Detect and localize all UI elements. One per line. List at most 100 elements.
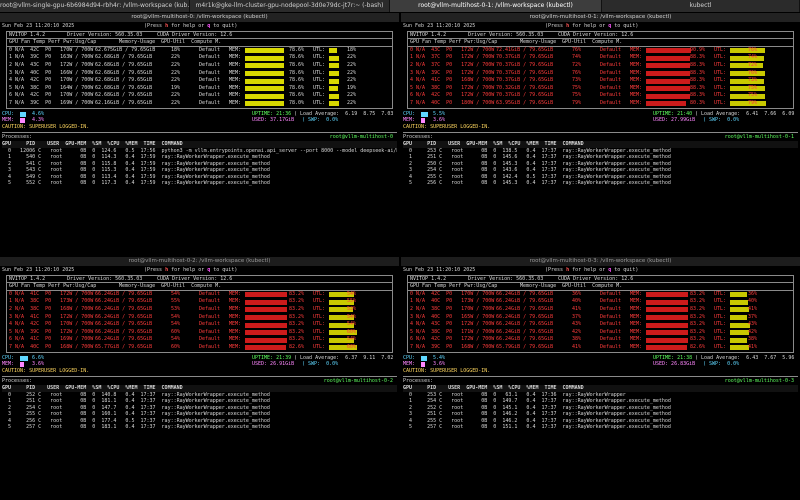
gpu-row[interactable]: 4 N/A 43C P0 172W / 700W 66.24GiB / 79.65… [408,321,793,329]
gpu-row[interactable]: 3 N/A 39C P0 172W / 700W 70.37GiB / 79.65… [408,70,793,78]
memory-bar [245,315,287,321]
process-row[interactable]: 3 255 C root 0B 0 160.1 0.4 17:37 ray::R… [2,411,397,418]
process-row[interactable]: 0 253 C root 0B 0 63.1 0.4 17:36 ray::Ra… [403,392,798,399]
terminal-tab[interactable]: root@vllm-multihost-0-1: /vllm-workspace… [390,0,602,12]
memory-percent: 88.3% [690,61,706,68]
terminal-pane[interactable]: root@vllm-multihost-0-1: /vllm-workspace… [401,13,800,256]
gpu-row[interactable]: 4 N/A 41C P0 168W / 700W 70.37GiB / 79.65… [408,77,793,85]
gpu-row[interactable]: 1 N/A 40C P0 173W / 700W 66.24GiB / 79.65… [408,298,793,306]
gpu-row[interactable]: 5 N/A 38C P0 171W / 700W 66.24GiB / 79.65… [408,329,793,337]
process-row[interactable]: 4 256 C root 0B 0 177.4 0.5 17:37 ray::R… [2,418,397,425]
util-bar [730,292,747,298]
gpu-memory: 62.68GiB / 79.65GiB [95,84,153,91]
processes-label: Processes: [403,378,434,385]
process-row[interactable]: 5 257 C root 0B 0 183.1 0.4 17:37 ray::R… [2,424,397,431]
memory-percent: 83.2% [690,328,706,335]
memory-percent: 83.2% [289,305,305,312]
process-row[interactable]: 3 543 C root 0B 0 115.3 0.4 17:59 ray::R… [2,167,397,174]
gpu-row[interactable]: 3 N/A 40C P0 166W / 700W 62.68GiB / 79.65… [7,70,392,78]
gpu-memory: 62.68GiB / 79.65GiB [95,92,153,99]
gpu-row[interactable]: 3 N/A 40C P0 165W / 700W 66.24GiB / 79.65… [408,314,793,322]
memory-bar [646,337,688,343]
terminal-pane[interactable]: root@vllm-multihost-0-3: /vllm-workspace… [401,257,800,500]
process-row[interactable]: 5 552 C root 0B 0 117.3 0.4 17:59 ray::R… [2,180,397,187]
util-percent: 74% [748,54,758,61]
gpu-row[interactable]: 5 N/A 39C P0 172W / 700W 66.24GiB / 79.65… [7,329,392,337]
memory-bar [646,315,688,321]
process-row[interactable]: 1 251 C root 0B 0 145.6 0.4 17:37 ray::R… [403,154,798,161]
process-row[interactable]: 4 255 C root 0B 0 142.4 0.5 17:37 ray::R… [403,174,798,181]
processes-title-row: Processes: root@vllm-multihost-0 [2,134,397,141]
gpu-row[interactable]: 7 N/A 40C P0 180W / 700W 63.95GiB / 79.65… [408,100,793,108]
gpu-row[interactable]: 0 N/A 43C P0 172W / 700W 72.41GiB / 79.65… [408,47,793,55]
process-row[interactable]: 0 253 C root 0B 0 138.5 0.4 17:37 ray::R… [403,148,798,155]
process-row[interactable]: 5 256 C root 0B 0 145.3 0.4 17:37 ray::R… [403,180,798,187]
util-percent: 22% [347,69,357,76]
gpu-info: 7 N/A 39C P0 168W / 700W [410,343,495,350]
process-row[interactable]: 1 540 C root 0B 0 114.3 0.4 17:59 ray::R… [2,154,397,161]
gpu-row[interactable]: 7 N/A 40C P0 168W / 700W 65.77GiB / 79.65… [7,344,392,352]
gpu-row[interactable]: 6 N/A 41C P0 169W / 700W 66.24GiB / 79.65… [7,336,392,344]
process-row[interactable]: 2 541 C root 0B 0 115.8 0.4 17:59 ray::R… [2,161,397,168]
processes-label: Processes: [2,378,33,385]
gpu-memory: 66.24GiB / 79.65GiB [496,290,554,297]
process-row[interactable]: 0 12006 C root 0B 0 124.6 0.5 17:56 pyth… [2,148,397,155]
terminal-pane[interactable]: root@vllm-multihost-0: /vllm-workspace (… [0,13,399,256]
terminal-tab[interactable]: root@vllm-single-gpu-6b6984d94-rbh4r: /v… [0,0,190,12]
gpu-row[interactable]: 1 N/A 39C P0 163W / 700W 62.68GiB / 79.65… [7,54,392,62]
gpu-row[interactable]: 7 N/A 39C P0 168W / 700W 65.79GiB / 79.65… [408,344,793,352]
compute-mode: Default [600,343,622,350]
gpu-row[interactable]: 6 N/A 42C P0 170W / 700W 62.68GiB / 79.65… [7,92,392,100]
gpu-row[interactable]: 5 N/A 38C P0 164W / 700W 62.68GiB / 79.65… [7,85,392,93]
mem-bar-label: MEM: [630,328,643,335]
process-row[interactable]: 3 251 C root 0B 0 146.2 0.4 17:37 ray::R… [403,411,798,418]
process-row[interactable]: 2 250 C root 0B 0 145.3 0.4 17:37 ray::R… [403,161,798,168]
terminal-tab[interactable]: kubectl [602,0,800,12]
process-row[interactable]: 2 252 C root 0B 0 145.1 0.4 17:37 ray::R… [403,405,798,412]
gpu-row[interactable]: 3 N/A 41C P0 172W / 700W 66.24GiB / 79.65… [7,314,392,322]
process-row[interactable]: 4 549 C root 0B 0 113.4 0.4 17:59 ray::R… [2,174,397,181]
gpu-row[interactable]: 2 N/A 37C P0 172W / 700W 70.37GiB / 79.65… [408,62,793,70]
gpu-row[interactable]: 2 N/A 43C P0 172W / 700W 62.68GiB / 79.65… [7,62,392,70]
caution-message: CAUTION: SUPERUSER LOGGED-IN. [403,367,491,374]
cpu-row: CPU: 5.4% UPTIME: 21:38( Load Average: 6.4… [403,355,798,362]
process-row[interactable]: 4 255 C root 0B 0 146.2 0.4 17:37 ray::R… [403,418,798,425]
divider [403,132,798,134]
process-row[interactable]: 1 254 C root 0B 0 149.7 0.4 17:37 ray::R… [403,398,798,405]
nvitop-output: Sun Feb 23 11:20:10 2025 (Press h for hel… [0,266,399,431]
terminal-pane[interactable]: root@vllm-multihost-0-2: /vllm-workspace… [0,257,399,500]
util-bar-label: UTL: [313,313,326,320]
gpu-row[interactable]: 5 N/A 38C P0 172W / 700W 70.32GiB / 79.65… [408,85,793,93]
gpu-row[interactable]: 6 N/A 42C P0 172W / 700W 70.37GiB / 79.65… [408,92,793,100]
terminal-tab[interactable]: m4r1k@gke-llm-cluster-gpu-nodepool-3d0e7… [190,0,390,12]
nvitop-output: Sun Feb 23 11:20:10 2025 (Press h for hel… [401,266,800,431]
process-row[interactable]: 3 254 C root 0B 0 143.6 0.4 17:37 ray::R… [403,167,798,174]
gpu-row[interactable]: 6 N/A 42C P0 172W / 700W 66.24GiB / 79.65… [408,336,793,344]
util-percent: 38% [748,336,758,343]
memory-percent: 83.2% [289,328,305,335]
process-row[interactable]: 5 257 C root 0B 0 151.1 0.4 17:37 ray::R… [403,424,798,431]
memory-percent: 83.2% [690,321,706,328]
gpu-table: NVITOP 1.4.2 Driver Version: 560.35.03 CUD… [407,274,794,353]
process-row[interactable]: 2 254 C root 0B 0 147.7 0.4 17:37 ray::R… [2,405,397,412]
gpu-row[interactable]: 0 N/A 42C P0 170W / 700W 62.675GiB / 79.6… [7,47,392,55]
process-row[interactable]: 0 252 C root 0B 0 140.8 0.4 17:37 ray::R… [2,392,397,399]
gpu-row[interactable]: 4 N/A 42C P0 170W / 700W 66.24GiB / 79.65… [7,321,392,329]
nvitop-output: Sun Feb 23 11:20:10 2025 (Press h for hel… [401,22,800,187]
memory-bar [245,86,284,92]
gpu-row[interactable]: 7 N/A 39C P0 169W / 700W 62.16GiB / 79.65… [7,100,392,108]
mem-bar-label: MEM: [229,99,242,106]
gpu-row[interactable]: 4 N/A 42C P0 170W / 700W 62.68GiB / 79.65… [7,77,392,85]
gpu-row[interactable]: 1 N/A 37C P0 172W / 700W 70.37GiB / 79.65… [408,54,793,62]
util-bar-label: UTL: [714,313,727,320]
gpu-row[interactable]: 0 N/A 41C P0 172W / 700W 66.24GiB / 79.65… [7,291,392,299]
gpu-row[interactable]: 1 N/A 38C P0 173W / 700W 66.24GiB / 79.65… [7,298,392,306]
gpu-row[interactable]: 2 N/A 38C P0 168W / 700W 66.24GiB / 79.65… [7,306,392,314]
process-row[interactable]: 1 251 C root 0B 0 181.1 0.4 17:37 ray::R… [2,398,397,405]
gpu-row[interactable]: 2 N/A 38C P0 170W / 700W 66.24GiB / 79.65… [408,306,793,314]
compute-mode: Default [600,77,622,84]
gpu-row[interactable]: 0 N/A 42C P0 170W / 700W 66.24GiB / 79.65… [408,291,793,299]
gpu-memory: 63.95GiB / 79.65GiB [496,99,554,106]
mem-bar-label: MEM: [229,298,242,305]
cpu-label: CPU: [2,110,15,117]
